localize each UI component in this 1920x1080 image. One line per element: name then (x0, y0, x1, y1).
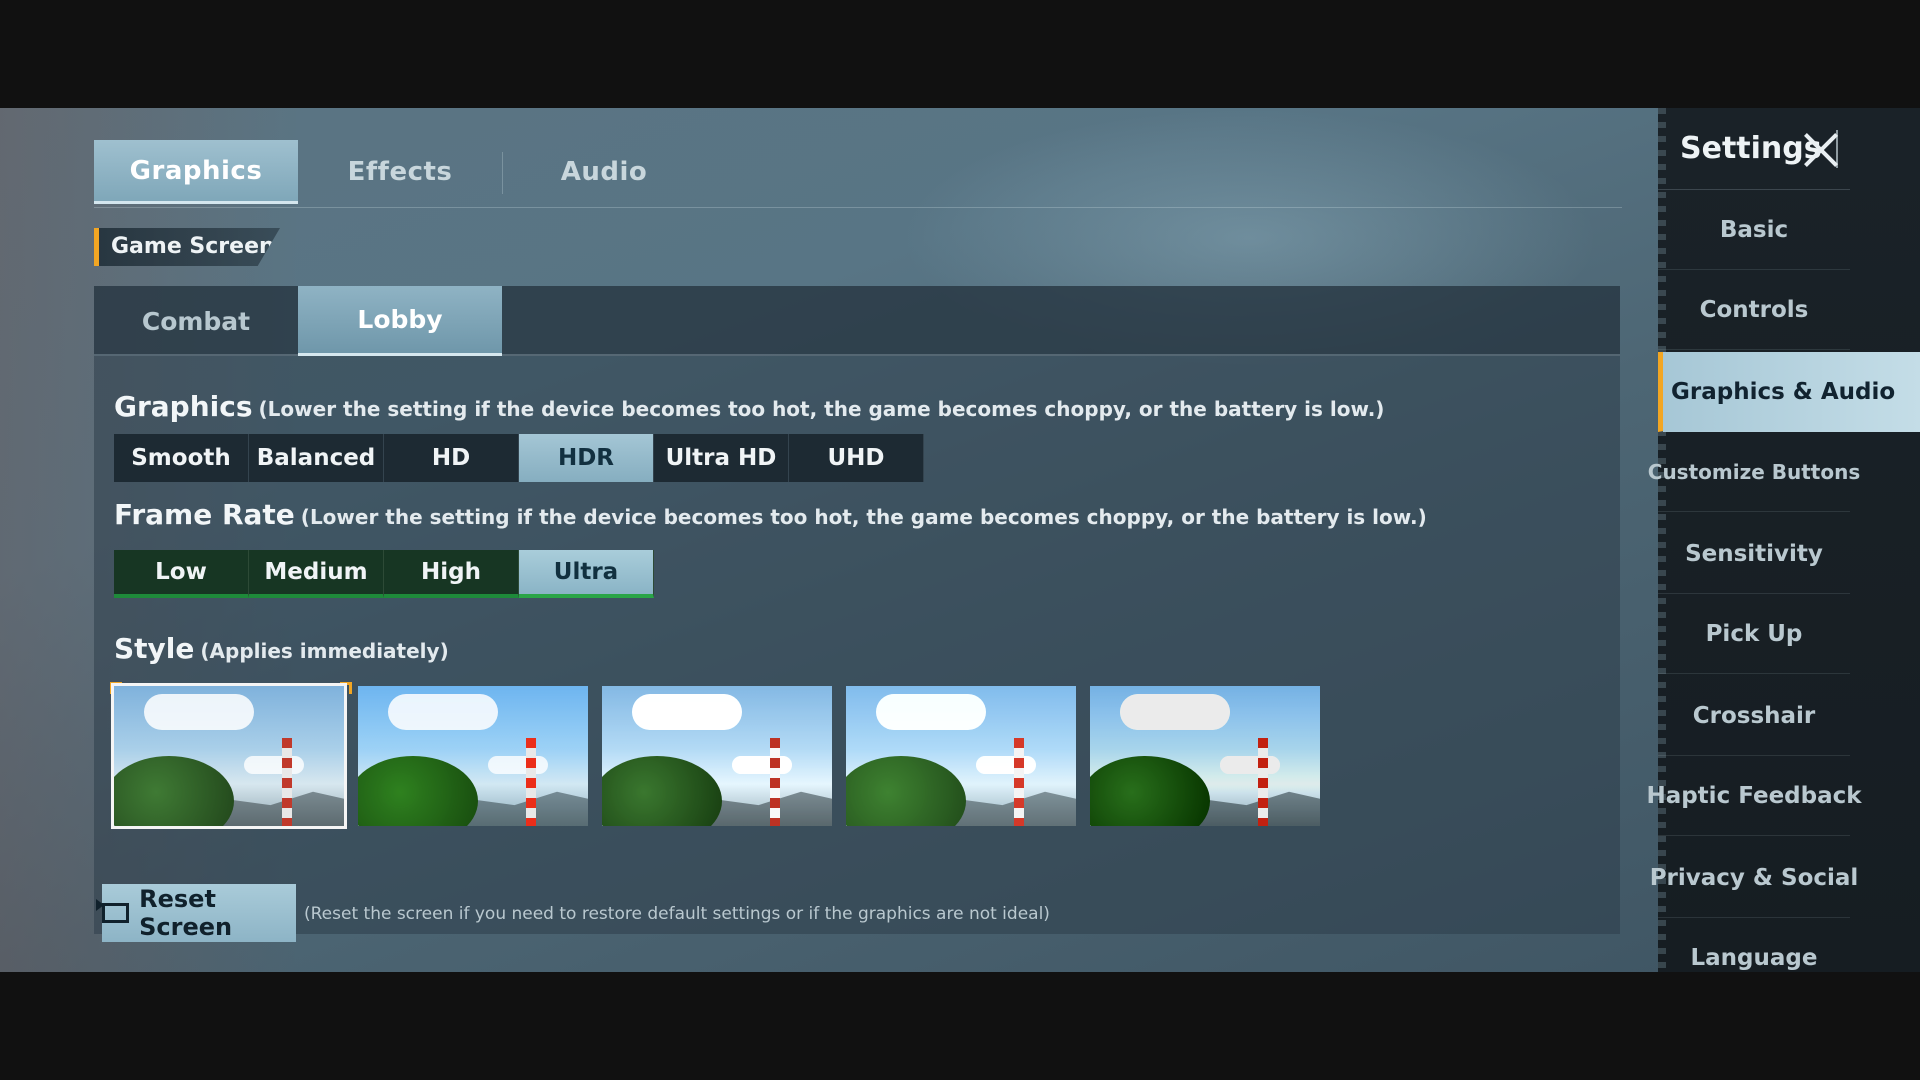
style-thumbnail-4[interactable] (846, 686, 1076, 826)
section-header-label: Game Screen (111, 234, 275, 259)
sidebar-item-graphics-audio[interactable]: Graphics & Audio (1658, 352, 1920, 432)
sidebar-item-controls[interactable]: Controls (1658, 270, 1850, 350)
frame-rate-options: Low Medium High Ultra (114, 550, 654, 598)
graphics-options: Smooth Balanced HD HDR Ultra HD UHD (114, 434, 924, 482)
reset-note: (Reset the screen if you need to restore… (304, 904, 1050, 924)
top-tab-bar: Graphics Effects Audio (94, 140, 1622, 208)
section-header: Game Screen (94, 228, 280, 266)
style-thumbnail-2[interactable] (358, 686, 588, 826)
style-thumbnail-3[interactable] (602, 686, 832, 826)
sidebar-item-privacy-social[interactable]: Privacy & Social (1650, 838, 1858, 918)
sidebar-item-customize-buttons[interactable]: Customize Buttons (1648, 432, 1860, 512)
frame-rate-option-medium[interactable]: Medium (249, 550, 384, 598)
graphics-label: Graphics (Lower the setting if the device… (114, 390, 1384, 423)
tab-graphics[interactable]: Graphics (94, 140, 298, 204)
frame-rate-title: Frame Rate (114, 498, 295, 531)
sidebar-item-basic[interactable]: Basic (1658, 190, 1850, 270)
reset-screen-label: Reset Screen (139, 885, 233, 941)
graphics-option-balanced[interactable]: Balanced (249, 434, 384, 482)
graphics-option-uhd[interactable]: UHD (789, 434, 924, 482)
sidebar-item-sensitivity[interactable]: Sensitivity (1658, 514, 1850, 594)
style-title: Style (114, 632, 195, 665)
graphics-option-ultra-hd[interactable]: Ultra HD (654, 434, 789, 482)
frame-rate-option-high[interactable]: High (384, 550, 519, 598)
graphics-option-hd[interactable]: HD (384, 434, 519, 482)
subtab-lobby[interactable]: Lobby (298, 286, 502, 356)
reset-icon (95, 899, 130, 923)
tab-audio[interactable]: Audio (502, 140, 706, 204)
style-note: (Applies immediately) (200, 639, 449, 663)
frame-rate-note: (Lower the setting if the device becomes… (300, 505, 1427, 529)
settings-sidebar: Settings Basic Controls Graphics & Audio… (1646, 108, 1920, 972)
style-label: Style (Applies immediately) (114, 632, 449, 665)
sidebar-item-pick-up[interactable]: Pick Up (1658, 594, 1850, 674)
graphics-title: Graphics (114, 390, 253, 423)
game-frame: Graphics Effects Audio Game Screen Comba… (0, 108, 1920, 972)
sub-tab-bar: Combat Lobby (94, 286, 1620, 356)
style-thumbnail-1[interactable] (111, 683, 347, 829)
style-thumbnail-5[interactable] (1090, 686, 1320, 826)
graphics-option-hdr[interactable]: HDR (519, 434, 654, 482)
sidebar-item-crosshair[interactable]: Crosshair (1658, 676, 1850, 756)
graphics-option-smooth[interactable]: Smooth (114, 434, 249, 482)
subtab-combat[interactable]: Combat (94, 286, 298, 356)
frame-rate-label: Frame Rate (Lower the setting if the devi… (114, 498, 1427, 531)
sidebar-item-language[interactable]: Language (1658, 918, 1850, 972)
graphics-note: (Lower the setting if the device becomes… (258, 397, 1385, 421)
tab-effects[interactable]: Effects (298, 140, 502, 204)
reset-screen-button[interactable]: Reset Screen (95, 884, 296, 942)
frame-rate-option-ultra[interactable]: Ultra (519, 550, 654, 598)
sidebar-item-haptic-feedback[interactable]: Haptic Feedback (1646, 756, 1862, 836)
frame-rate-option-low[interactable]: Low (114, 550, 249, 598)
style-thumbnails (111, 683, 1320, 829)
close-icon[interactable] (1798, 126, 1844, 172)
settings-panel: Combat Lobby Graphics (Lower the setting … (94, 286, 1620, 934)
